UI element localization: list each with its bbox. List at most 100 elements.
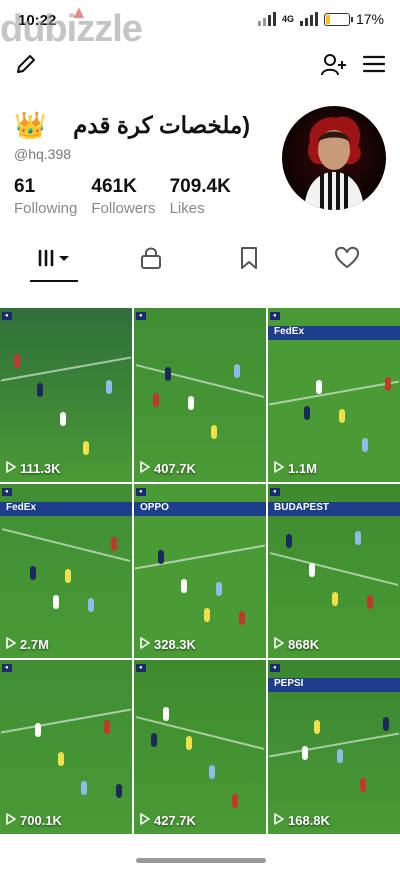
player-figure (111, 537, 117, 551)
add-user-icon[interactable] (320, 52, 348, 83)
player-figure (383, 717, 389, 731)
player-figure (151, 733, 157, 747)
stat-label: Likes (169, 200, 205, 217)
video-tile[interactable]: ● PEPSI 168.8K (268, 660, 400, 834)
player-figure (234, 364, 240, 378)
scoreboard-bug: ● (136, 488, 146, 496)
profile-handle: @hq.398 (14, 146, 72, 162)
view-count-text: 168.8K (288, 813, 330, 828)
player-figure (232, 794, 238, 808)
ad-board: FedEx (268, 326, 400, 340)
scoreboard-bug: ● (2, 488, 12, 496)
player-figure (239, 611, 245, 625)
video-tile[interactable]: ● FedEx 1.1M (268, 308, 400, 482)
stat-followers[interactable]: 461K Followers (91, 176, 155, 217)
player-figure (58, 752, 64, 766)
video-grid: ● 111.3K ● 407.7K ● FedEx 1.1M ● FedEx 2.7M ● OPPO 3… (0, 308, 400, 834)
view-count: 328.3K (140, 637, 196, 652)
player-figure (104, 720, 110, 734)
player-figure (83, 441, 89, 455)
pitch-line (0, 708, 132, 734)
player-figure (314, 720, 320, 734)
player-figure (302, 746, 308, 760)
tab-videos[interactable] (30, 240, 80, 280)
video-tile[interactable]: ● 427.7K (134, 660, 266, 834)
play-icon (140, 813, 150, 828)
player-figure (337, 749, 343, 763)
play-icon (140, 637, 150, 652)
video-tile[interactable]: ● OPPO 328.3K (134, 484, 266, 658)
play-icon (274, 461, 284, 476)
video-tile[interactable]: ● 407.7K (134, 308, 266, 482)
view-count-text: 700.1K (20, 813, 62, 828)
stat-following[interactable]: 61 Following (14, 176, 77, 217)
scoreboard-bug: ● (270, 312, 280, 320)
heart-icon (334, 246, 360, 275)
player-figure (286, 534, 292, 548)
view-count: 868K (274, 637, 319, 652)
player-figure (35, 723, 41, 737)
player-figure (14, 354, 20, 368)
battery-percent: 17% (355, 11, 384, 27)
profile-top-bar (0, 50, 400, 80)
player-figure (65, 569, 71, 583)
view-count-text: 868K (288, 637, 320, 652)
scoreboard-bug: ● (2, 312, 12, 320)
player-figure (339, 409, 345, 423)
video-tile[interactable]: ● BUDAPEST 868K (268, 484, 400, 658)
player-figure (53, 595, 59, 609)
player-figure (153, 393, 159, 407)
player-figure (360, 778, 366, 792)
player-figure (116, 784, 122, 798)
pitch-line (0, 356, 132, 382)
player-figure (30, 566, 36, 580)
flame-icon: ▲ (70, 2, 88, 22)
player-figure (88, 598, 94, 612)
tab-liked[interactable] (322, 240, 372, 280)
view-count-text: 1.1M (288, 461, 317, 476)
player-figure (181, 579, 187, 593)
play-icon (6, 461, 16, 476)
player-figure (216, 582, 222, 596)
stat-label: Followers (91, 200, 156, 217)
view-count-text: 111.3K (20, 461, 61, 476)
profile-stats: 61 Following 461K Followers 709.4K Likes (14, 176, 245, 217)
profile-tabs (0, 240, 400, 284)
signal-icon (257, 12, 276, 26)
pitch-line (269, 552, 399, 586)
view-count: 700.1K (6, 813, 62, 828)
crown-emoji: 👑 (14, 110, 47, 140)
player-figure (362, 438, 368, 452)
player-figure (211, 425, 217, 439)
active-tab-indicator (30, 280, 78, 282)
tab-saved[interactable] (224, 240, 274, 280)
player-figure (60, 412, 66, 426)
play-icon (274, 637, 284, 652)
ad-board: OPPO (134, 502, 266, 516)
view-count: 168.8K (274, 813, 330, 828)
pencil-icon[interactable] (14, 52, 38, 81)
video-tile[interactable]: ● 700.1K (0, 660, 132, 834)
player-figure (165, 367, 171, 381)
play-icon (6, 637, 16, 652)
player-figure (309, 563, 315, 577)
ad-board: FedEx (0, 502, 132, 516)
video-tile[interactable]: ● 111.3K (0, 308, 132, 482)
stat-label: Following (14, 200, 78, 217)
watermark-logo: dubizzle ▲ (0, 2, 143, 51)
player-figure (355, 531, 361, 545)
home-indicator[interactable] (136, 858, 266, 863)
avatar[interactable] (282, 106, 386, 210)
ad-board: BUDAPEST (268, 502, 400, 516)
player-figure (304, 406, 310, 420)
stat-likes[interactable]: 709.4K Likes (170, 176, 231, 217)
stat-value: 61 (14, 176, 36, 197)
hamburger-menu-icon[interactable] (362, 54, 386, 79)
scoreboard-bug: ● (270, 488, 280, 496)
player-figure (158, 550, 164, 564)
video-tile[interactable]: ● FedEx 2.7M (0, 484, 132, 658)
profile-name: (ملخصات كرة قدم (73, 112, 250, 138)
stat-value: 709.4K (169, 176, 231, 197)
tab-private[interactable] (126, 240, 176, 280)
player-figure (316, 380, 322, 394)
